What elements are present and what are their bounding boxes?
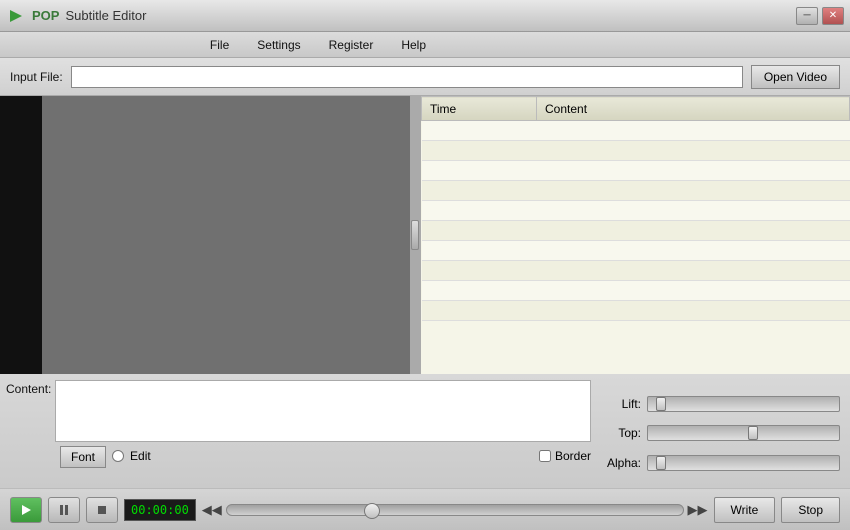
pause-button[interactable] bbox=[48, 497, 80, 523]
stop-square-button[interactable] bbox=[86, 497, 118, 523]
menu-help[interactable]: Help bbox=[397, 36, 430, 54]
play-icon bbox=[20, 504, 32, 516]
seek-bar[interactable] bbox=[226, 504, 684, 516]
minimize-button[interactable]: ─ bbox=[796, 7, 818, 25]
subtitle-tbody bbox=[422, 121, 850, 321]
table-row[interactable] bbox=[422, 261, 850, 281]
top-thumb bbox=[748, 426, 758, 440]
app-icon bbox=[6, 6, 26, 26]
input-file-label: Input File: bbox=[10, 70, 63, 84]
content-top-row: Content: bbox=[6, 380, 591, 442]
seek-bar-container: ◀◀ ▶▶ bbox=[202, 502, 708, 518]
top-slider[interactable] bbox=[647, 425, 840, 441]
menu-items: File Settings Register Help bbox=[206, 36, 450, 54]
menu-file[interactable]: File bbox=[206, 36, 233, 54]
close-button[interactable]: ✕ bbox=[822, 7, 844, 25]
table-row[interactable] bbox=[422, 161, 850, 181]
menu-bar: File Settings Register Help bbox=[0, 32, 850, 58]
title-text: Subtitle Editor bbox=[65, 8, 146, 23]
play-button[interactable] bbox=[10, 497, 42, 523]
video-scrollbar[interactable] bbox=[410, 96, 420, 374]
title-left: POP Subtitle Editor bbox=[6, 6, 146, 26]
top-row: Top: bbox=[603, 425, 840, 441]
right-sliders-area: Lift: Top: Alpha: bbox=[599, 380, 844, 486]
table-row[interactable] bbox=[422, 281, 850, 301]
controls-middle: Content: Font Edit Border Lift: bbox=[0, 374, 850, 488]
title-pop: POP bbox=[32, 8, 59, 23]
subtitle-table-container: Time Content bbox=[420, 96, 850, 374]
input-file-field[interactable] bbox=[71, 66, 743, 88]
stop-icon bbox=[96, 504, 108, 516]
border-checkbox[interactable] bbox=[539, 450, 551, 462]
content-textarea[interactable] bbox=[55, 380, 591, 442]
seek-forward-button[interactable]: ▶▶ bbox=[688, 502, 708, 518]
edit-radio[interactable] bbox=[112, 450, 124, 462]
border-label: Border bbox=[555, 449, 591, 463]
alpha-row: Alpha: bbox=[603, 455, 840, 471]
video-black-left bbox=[0, 96, 42, 374]
video-center bbox=[42, 96, 410, 374]
write-button[interactable]: Write bbox=[714, 497, 776, 523]
subtitle-table: Time Content bbox=[421, 96, 850, 321]
full-bottom: Content: Font Edit Border Lift: bbox=[0, 374, 850, 530]
alpha-slider[interactable] bbox=[647, 455, 840, 471]
lift-row: Lift: bbox=[603, 396, 840, 412]
left-content-area: Content: Font Edit Border bbox=[6, 380, 591, 486]
seek-thumb bbox=[364, 503, 380, 519]
font-button[interactable]: Font bbox=[60, 446, 106, 468]
stop-button[interactable]: Stop bbox=[781, 497, 840, 523]
menu-register[interactable]: Register bbox=[325, 36, 378, 54]
lift-label: Lift: bbox=[603, 397, 641, 411]
input-row: Input File: Open Video bbox=[0, 58, 850, 96]
table-row[interactable] bbox=[422, 181, 850, 201]
transport-row: 00:00:00 ◀◀ ▶▶ Write Stop bbox=[0, 488, 850, 530]
title-bar: POP Subtitle Editor ─ ✕ bbox=[0, 0, 850, 32]
content-label: Content: bbox=[6, 382, 51, 396]
video-scroll-thumb bbox=[411, 220, 419, 250]
title-controls: ─ ✕ bbox=[796, 7, 844, 25]
col-content: Content bbox=[537, 97, 850, 121]
menu-settings[interactable]: Settings bbox=[253, 36, 304, 54]
edit-label: Edit bbox=[130, 449, 151, 463]
bottom-sub-row: Font Edit Border bbox=[6, 444, 591, 468]
video-panel bbox=[0, 96, 420, 374]
table-row[interactable] bbox=[422, 121, 850, 141]
open-video-button[interactable]: Open Video bbox=[751, 65, 840, 89]
main-area: Time Content bbox=[0, 96, 850, 374]
table-row[interactable] bbox=[422, 141, 850, 161]
lift-thumb bbox=[656, 397, 666, 411]
table-row[interactable] bbox=[422, 221, 850, 241]
table-row[interactable] bbox=[422, 301, 850, 321]
border-area: Border bbox=[539, 449, 591, 463]
table-row[interactable] bbox=[422, 241, 850, 261]
col-time: Time bbox=[422, 97, 537, 121]
pause-icon bbox=[58, 504, 70, 516]
seek-back-button[interactable]: ◀◀ bbox=[202, 502, 222, 518]
time-display: 00:00:00 bbox=[124, 499, 196, 521]
alpha-thumb bbox=[656, 456, 666, 470]
alpha-label: Alpha: bbox=[603, 456, 641, 470]
top-label: Top: bbox=[603, 426, 641, 440]
lift-slider[interactable] bbox=[647, 396, 840, 412]
font-edit-btns: Font Edit bbox=[60, 444, 151, 468]
table-row[interactable] bbox=[422, 201, 850, 221]
